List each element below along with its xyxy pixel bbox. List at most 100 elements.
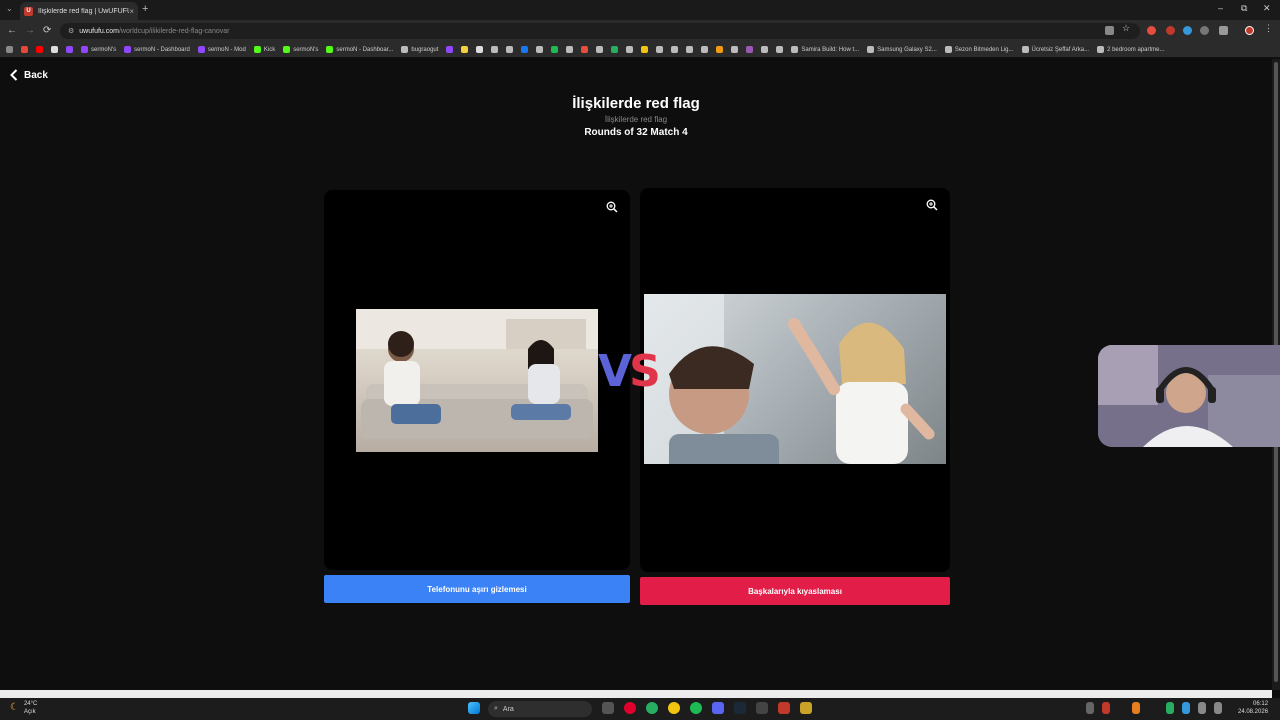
bookmark-item[interactable] xyxy=(51,46,58,53)
bookmark-item[interactable] xyxy=(461,46,469,53)
volume-icon[interactable] xyxy=(1214,702,1222,714)
chrome-icon[interactable] xyxy=(668,702,680,714)
profile-avatar[interactable] xyxy=(1245,26,1254,35)
tray-icon[interactable] xyxy=(1132,702,1140,714)
restore-button[interactable]: ⧉ xyxy=(1241,3,1247,14)
bookmark-item[interactable]: Samira Build: How t... xyxy=(791,46,859,53)
site-info-icon[interactable]: ⚙ xyxy=(68,27,74,35)
extensions-puzzle-icon[interactable] xyxy=(1219,26,1228,35)
opera-icon[interactable] xyxy=(624,702,636,714)
discord-icon[interactable] xyxy=(712,702,724,714)
new-tab-button[interactable]: + xyxy=(142,3,148,15)
bookmark-item[interactable] xyxy=(6,46,13,53)
bookmark-item[interactable] xyxy=(521,46,529,53)
bookmark-item[interactable]: Samsung Galaxy S2... xyxy=(867,46,937,53)
league-icon[interactable] xyxy=(800,702,812,714)
bookmark-item[interactable] xyxy=(761,46,769,53)
bookmark-item[interactable] xyxy=(596,46,604,53)
close-tab-icon[interactable]: × xyxy=(129,7,134,16)
address-bar[interactable]: ⚙ uwufufu.com/worldcup/ilikilerde-red-fl… xyxy=(60,23,1140,39)
left-candidate-card[interactable] xyxy=(324,190,630,570)
active-tab[interactable]: U İlişkilerde red flag | UwUFUFU × xyxy=(20,2,138,20)
bookmark-item[interactable] xyxy=(446,46,454,53)
bookmark-item[interactable]: sermoN - Dashboard xyxy=(124,46,190,53)
bookmark-item[interactable] xyxy=(611,46,619,53)
kebab-menu-icon[interactable]: ⋮ xyxy=(1264,23,1273,33)
left-choice-button[interactable]: Telefonunu aşırı gizlemesi xyxy=(324,575,630,603)
extension-icon[interactable] xyxy=(1166,26,1175,35)
bookmark-item[interactable] xyxy=(581,46,589,53)
taskbar-search[interactable]: ⌕ Ara xyxy=(488,701,592,717)
bookmark-item[interactable] xyxy=(536,46,544,53)
bookmark-item[interactable] xyxy=(671,46,679,53)
bookmark-item[interactable]: Ücretsiz Şeffaf Arka... xyxy=(1021,46,1089,53)
bookmark-item[interactable]: Sezon Bitmeden Lig... xyxy=(944,46,1014,53)
windows-start-icon[interactable] xyxy=(468,702,480,714)
bookmark-item[interactable] xyxy=(656,46,664,53)
bookmark-favicon-icon xyxy=(36,46,43,53)
spotify-icon[interactable] xyxy=(690,702,702,714)
page-title: İlişkilerde red flag xyxy=(572,95,700,112)
bookmark-item[interactable] xyxy=(66,46,73,53)
bookmark-favicon-icon xyxy=(326,46,334,53)
extension-icon[interactable] xyxy=(1200,26,1209,35)
bookmark-favicon-icon xyxy=(51,46,58,53)
bookmark-star-icon[interactable]: ☆ xyxy=(1122,23,1131,33)
clock-time: 06:12 xyxy=(1253,701,1269,707)
tab-search-icon[interactable]: ⌄ xyxy=(6,4,13,13)
wifi-icon[interactable] xyxy=(1198,702,1206,714)
steam-icon[interactable] xyxy=(734,702,746,714)
tray-icon[interactable] xyxy=(1086,702,1094,714)
bookmark-item[interactable] xyxy=(731,46,739,53)
weather-widget[interactable]: ☾ 24°C Açık xyxy=(10,700,37,716)
bookmark-item[interactable] xyxy=(701,46,709,53)
app-icon[interactable] xyxy=(778,702,790,714)
tray-icon[interactable] xyxy=(1166,702,1174,714)
reload-button[interactable]: ⟳ xyxy=(43,25,51,36)
bookmark-item[interactable] xyxy=(36,46,43,53)
zoom-in-icon[interactable] xyxy=(926,199,938,211)
tray-icon[interactable] xyxy=(1102,702,1110,714)
task-view-icon[interactable] xyxy=(602,702,614,714)
bookmark-item[interactable]: sermoN - Dashboar... xyxy=(326,46,393,53)
bookmark-item[interactable]: 2 bedroom apartme... xyxy=(1097,46,1164,53)
right-choice-button[interactable]: Başkalarıyla kıyaslaması xyxy=(640,577,950,605)
translate-icon[interactable] xyxy=(1105,26,1114,35)
horizontal-scrollbar[interactable] xyxy=(0,690,1272,698)
bookmark-item[interactable]: bugraogut xyxy=(401,46,438,53)
system-clock[interactable]: 06:12 24.08.2026 xyxy=(1238,700,1268,716)
extension-icon[interactable] xyxy=(1183,26,1192,35)
bookmark-item[interactable]: Kick xyxy=(253,46,275,53)
extension-icon[interactable] xyxy=(1147,26,1156,35)
bookmark-item[interactable] xyxy=(686,46,694,53)
bookmark-label: sermoN's xyxy=(293,46,319,53)
right-candidate-card[interactable] xyxy=(640,188,950,572)
bookmark-item[interactable] xyxy=(626,46,634,53)
bookmark-item[interactable] xyxy=(641,46,649,53)
bookmark-item[interactable] xyxy=(566,46,574,53)
zoom-in-icon[interactable] xyxy=(606,201,618,213)
minimize-button[interactable]: – xyxy=(1218,3,1223,13)
app-icon[interactable] xyxy=(646,702,658,714)
bookmark-item[interactable]: sermoN - Mod xyxy=(197,46,246,53)
tray-icon[interactable] xyxy=(1182,702,1190,714)
bookmark-item[interactable] xyxy=(476,46,484,53)
app-icon[interactable] xyxy=(756,702,768,714)
bookmark-item[interactable] xyxy=(716,46,724,53)
bookmark-favicon-icon xyxy=(611,46,619,53)
bookmark-item[interactable] xyxy=(491,46,499,53)
bookmark-item[interactable] xyxy=(551,46,559,53)
forward-nav-button[interactable]: → xyxy=(25,25,35,36)
bookmark-item[interactable] xyxy=(746,46,754,53)
back-nav-button[interactable]: ← xyxy=(7,25,17,36)
bookmark-item[interactable] xyxy=(776,46,784,53)
back-button[interactable]: Back xyxy=(10,69,48,81)
bookmark-item[interactable]: sermoN's xyxy=(283,46,318,53)
bookmark-item[interactable] xyxy=(506,46,514,53)
bookmark-item[interactable] xyxy=(21,46,28,53)
bookmark-item[interactable]: sermoN's xyxy=(81,46,116,53)
bookmark-favicon-icon xyxy=(701,46,709,53)
close-window-button[interactable]: ✕ xyxy=(1263,3,1271,14)
bookmark-label: Sezon Bitmeden Lig... xyxy=(954,46,1014,53)
bookmark-favicon-icon xyxy=(197,46,205,53)
